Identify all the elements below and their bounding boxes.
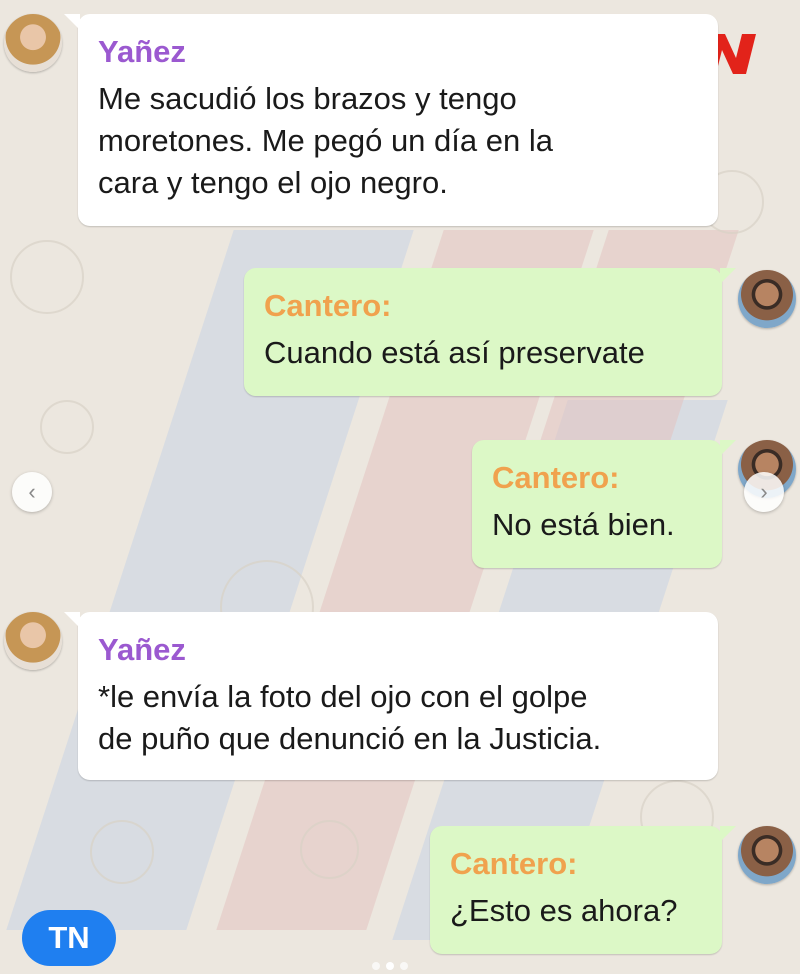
message-text: No está bien. — [492, 507, 675, 542]
chevron-right-icon: › — [760, 479, 768, 504]
tn-badge[interactable]: TN — [22, 910, 116, 966]
message-bubble: Yañez *le envía la foto del ojo con el g… — [64, 612, 718, 780]
carousel-dot-active[interactable] — [386, 962, 394, 970]
avatar-yanez — [4, 14, 62, 72]
message-bubble: Cantero: No está bien. — [472, 440, 736, 568]
sender-name: Cantero: — [450, 846, 578, 881]
message-bubble: Cantero: ¿Esto es ahora? — [430, 826, 736, 954]
sender-name: Cantero: — [492, 460, 620, 495]
avatar-yanez — [4, 612, 62, 670]
carousel-dots — [372, 962, 408, 970]
message-text: Me sacudió los brazos y tengo moretones.… — [98, 81, 553, 200]
sender-name: Yañez — [98, 632, 186, 667]
avatar-cantero — [738, 270, 796, 328]
carousel-next-button[interactable]: › — [744, 472, 784, 512]
message-text: *le envía la foto del ojo con el golpe d… — [98, 679, 602, 756]
message-bubble: Yañez Me sacudió los brazos y tengo more… — [64, 14, 718, 226]
avatar-cantero — [738, 826, 796, 884]
carousel-prev-button[interactable]: ‹ — [12, 472, 52, 512]
sender-name: Yañez — [98, 34, 186, 69]
message-bubble: Cantero: Cuando está así preservate — [244, 268, 736, 396]
message-text: Cuando está así preservate — [264, 335, 645, 370]
sender-name: Cantero: — [264, 288, 392, 323]
carousel-dot[interactable] — [400, 962, 408, 970]
message-text: ¿Esto es ahora? — [450, 893, 678, 928]
carousel-dot[interactable] — [372, 962, 380, 970]
chevron-left-icon: ‹ — [28, 479, 36, 504]
